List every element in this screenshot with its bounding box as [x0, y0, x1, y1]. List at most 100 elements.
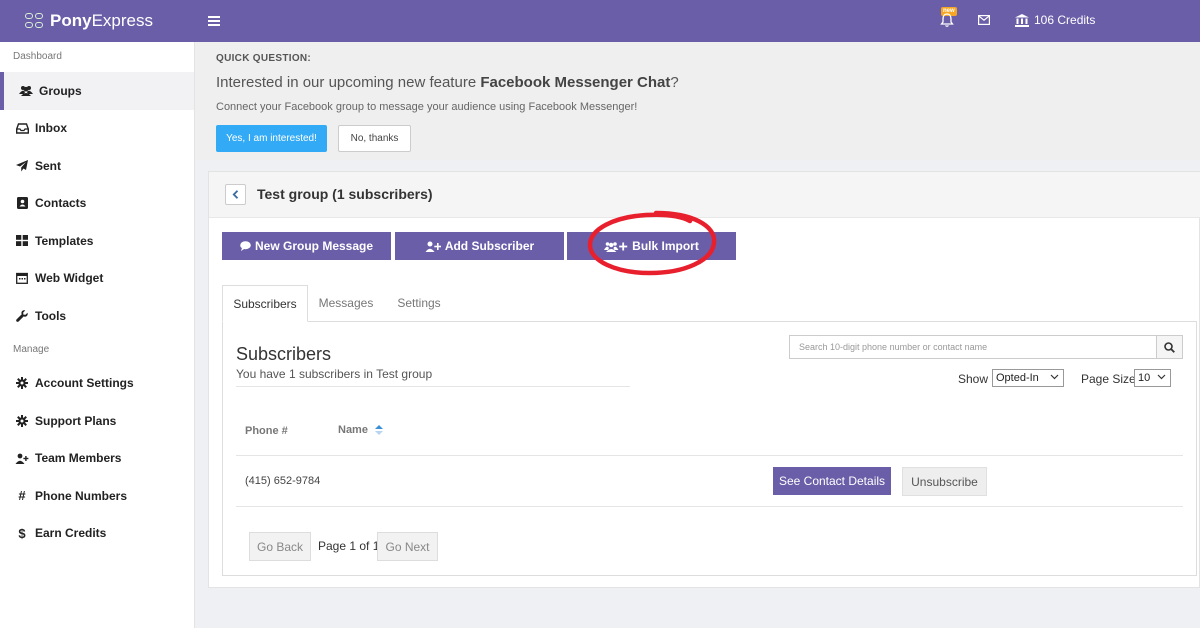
- search-icon: [1164, 341, 1175, 353]
- interested-button[interactable]: Yes, I am interested!: [216, 125, 327, 152]
- credits-label: 106 Credits: [1034, 13, 1096, 27]
- page-size-select[interactable]: 10: [1134, 369, 1171, 387]
- tab-subscribers[interactable]: Subscribers: [222, 285, 308, 322]
- subscribers-heading: Subscribers: [236, 344, 332, 364]
- add-subscriber-button[interactable]: Add Subscriber: [395, 232, 564, 260]
- sidebar-item-phone-numbers[interactable]: # Phone Numbers: [0, 477, 194, 515]
- show-label: Show: [958, 372, 989, 386]
- divider: [236, 386, 630, 387]
- sidebar-item-label: Tools: [35, 308, 67, 323]
- quick-question-title: Interested in our upcoming new feature F…: [216, 74, 679, 91]
- hash-icon: #: [18, 488, 26, 504]
- gear-icon: [15, 414, 29, 427]
- new-group-message-button[interactable]: New Group Message: [222, 232, 391, 260]
- tab-messages[interactable]: Messages: [310, 285, 382, 322]
- brand-name-light: Express: [91, 11, 153, 30]
- sidebar-item-label: Team Members: [35, 451, 122, 466]
- page-size-label: Page Size: [1081, 372, 1136, 386]
- tab-settings[interactable]: Settings: [386, 285, 452, 322]
- credits-display[interactable]: 106 Credits: [1015, 13, 1095, 27]
- user-plus-icon: [15, 452, 29, 464]
- quick-question-subtitle: Connect your Facebook group to message y…: [216, 101, 638, 113]
- sidebar-item-account-settings[interactable]: Account Settings: [0, 365, 194, 403]
- sidebar-item-team-members[interactable]: Team Members: [0, 440, 194, 478]
- brand-name-bold: Pony: [50, 11, 92, 30]
- chevron-down-icon: [1157, 374, 1166, 380]
- sidebar-item-label: Web Widget: [35, 271, 104, 286]
- sidebar: Dashboard Groups Inbox Sent Contacts Tem…: [0, 42, 195, 628]
- sidebar-item-label: Phone Numbers: [35, 488, 128, 503]
- column-header-phone[interactable]: Phone #: [245, 425, 288, 437]
- sort-icon: [374, 425, 383, 435]
- group-tabs: Subscribers Messages Settings: [222, 285, 1197, 322]
- no-thanks-button[interactable]: No, thanks: [338, 125, 411, 152]
- sidebar-section-dashboard: Dashboard: [13, 51, 62, 62]
- gear-icon: [15, 377, 29, 390]
- column-header-name[interactable]: Name: [338, 424, 383, 436]
- subscribers-description: You have 1 subscribers in Test group: [236, 367, 433, 381]
- group-panel-header: Test group (1 subscribers): [209, 172, 1200, 218]
- wrench-icon: [15, 310, 29, 322]
- sidebar-item-label: Templates: [35, 233, 94, 248]
- mail-icon[interactable]: [978, 15, 990, 25]
- quick-question-label: QUICK QUESTION:: [216, 53, 312, 64]
- sidebar-item-label: Support Plans: [35, 413, 117, 428]
- sidebar-item-label: Inbox: [35, 121, 67, 136]
- see-contact-details-button[interactable]: See Contact Details: [773, 467, 891, 495]
- sidebar-item-sent[interactable]: Sent: [0, 147, 194, 185]
- new-group-message-label: New Group Message: [254, 239, 374, 253]
- sidebar-item-web-widget[interactable]: Web Widget: [0, 260, 194, 298]
- go-next-button[interactable]: Go Next: [377, 532, 438, 561]
- subscribers-tab-content: Subscribers You have 1 subscribers in Te…: [222, 322, 1197, 576]
- table-divider: [236, 455, 1183, 456]
- sidebar-item-templates[interactable]: Templates: [0, 222, 194, 260]
- th-large-icon: [15, 235, 29, 247]
- show-select-value: Opted-In: [996, 372, 1039, 384]
- inbox-icon: [15, 122, 29, 134]
- sidebar-item-support-plans[interactable]: Support Plans: [0, 402, 194, 440]
- unsubscribe-button[interactable]: Unsubscribe: [902, 467, 987, 496]
- phone-cell: (415) 652-9784: [245, 475, 321, 487]
- quick-question-feature: Facebook Messenger Chat: [480, 74, 671, 91]
- back-button[interactable]: [225, 184, 246, 205]
- search-input[interactable]: Search 10-digit phone number or contact …: [789, 335, 1157, 359]
- pony-express-logo-icon: [25, 13, 45, 29]
- sidebar-item-label: Earn Credits: [35, 526, 107, 541]
- calendar-widget-icon: [15, 272, 29, 285]
- sidebar-item-label: Groups: [39, 83, 82, 98]
- sidebar-item-contacts[interactable]: Contacts: [0, 185, 194, 223]
- sidebar-item-label: Sent: [35, 158, 62, 173]
- top-navbar: Pony Express new 106 Credits: [0, 0, 1200, 42]
- address-book-icon: [15, 197, 29, 210]
- add-subscriber-label: Add Subscriber: [444, 239, 535, 253]
- sidebar-item-tools[interactable]: Tools: [0, 297, 194, 335]
- dollar-icon: $: [18, 525, 26, 541]
- sidebar-section-manage: Manage: [13, 343, 50, 355]
- brand[interactable]: Pony Express: [0, 11, 194, 31]
- page-indicator: Page 1 of 1: [318, 539, 380, 553]
- paper-plane-icon: [15, 159, 29, 172]
- column-header-name-label: Name: [338, 424, 368, 436]
- sidebar-item-inbox[interactable]: Inbox: [0, 110, 194, 148]
- bell-icon[interactable]: [940, 12, 954, 28]
- comment-icon: [240, 241, 251, 251]
- chevron-down-icon: [1050, 374, 1059, 380]
- sidebar-item-groups[interactable]: Groups: [0, 72, 194, 110]
- show-select[interactable]: Opted-In: [992, 369, 1064, 387]
- group-panel: Test group (1 subscribers) New Group Mes…: [208, 171, 1200, 588]
- quick-question-title-prefix: Interested in our upcoming new feature: [216, 74, 481, 91]
- user-plus-icon: [425, 241, 441, 252]
- sidebar-item-label: Contacts: [35, 196, 87, 211]
- users-plus-icon: [604, 241, 628, 252]
- menu-toggle-icon[interactable]: [208, 16, 220, 26]
- table-divider: [236, 506, 1183, 507]
- search-button[interactable]: [1156, 335, 1183, 359]
- chevron-left-icon: [232, 190, 239, 199]
- bulk-import-label: Bulk Import: [632, 239, 699, 253]
- bulk-import-button[interactable]: Bulk Import: [567, 232, 736, 260]
- sidebar-item-earn-credits[interactable]: $ Earn Credits: [0, 515, 194, 553]
- go-back-button[interactable]: Go Back: [249, 532, 311, 561]
- sidebar-item-label: Account Settings: [35, 376, 134, 391]
- users-icon: [19, 85, 33, 97]
- group-title: Test group (1 subscribers): [257, 186, 433, 202]
